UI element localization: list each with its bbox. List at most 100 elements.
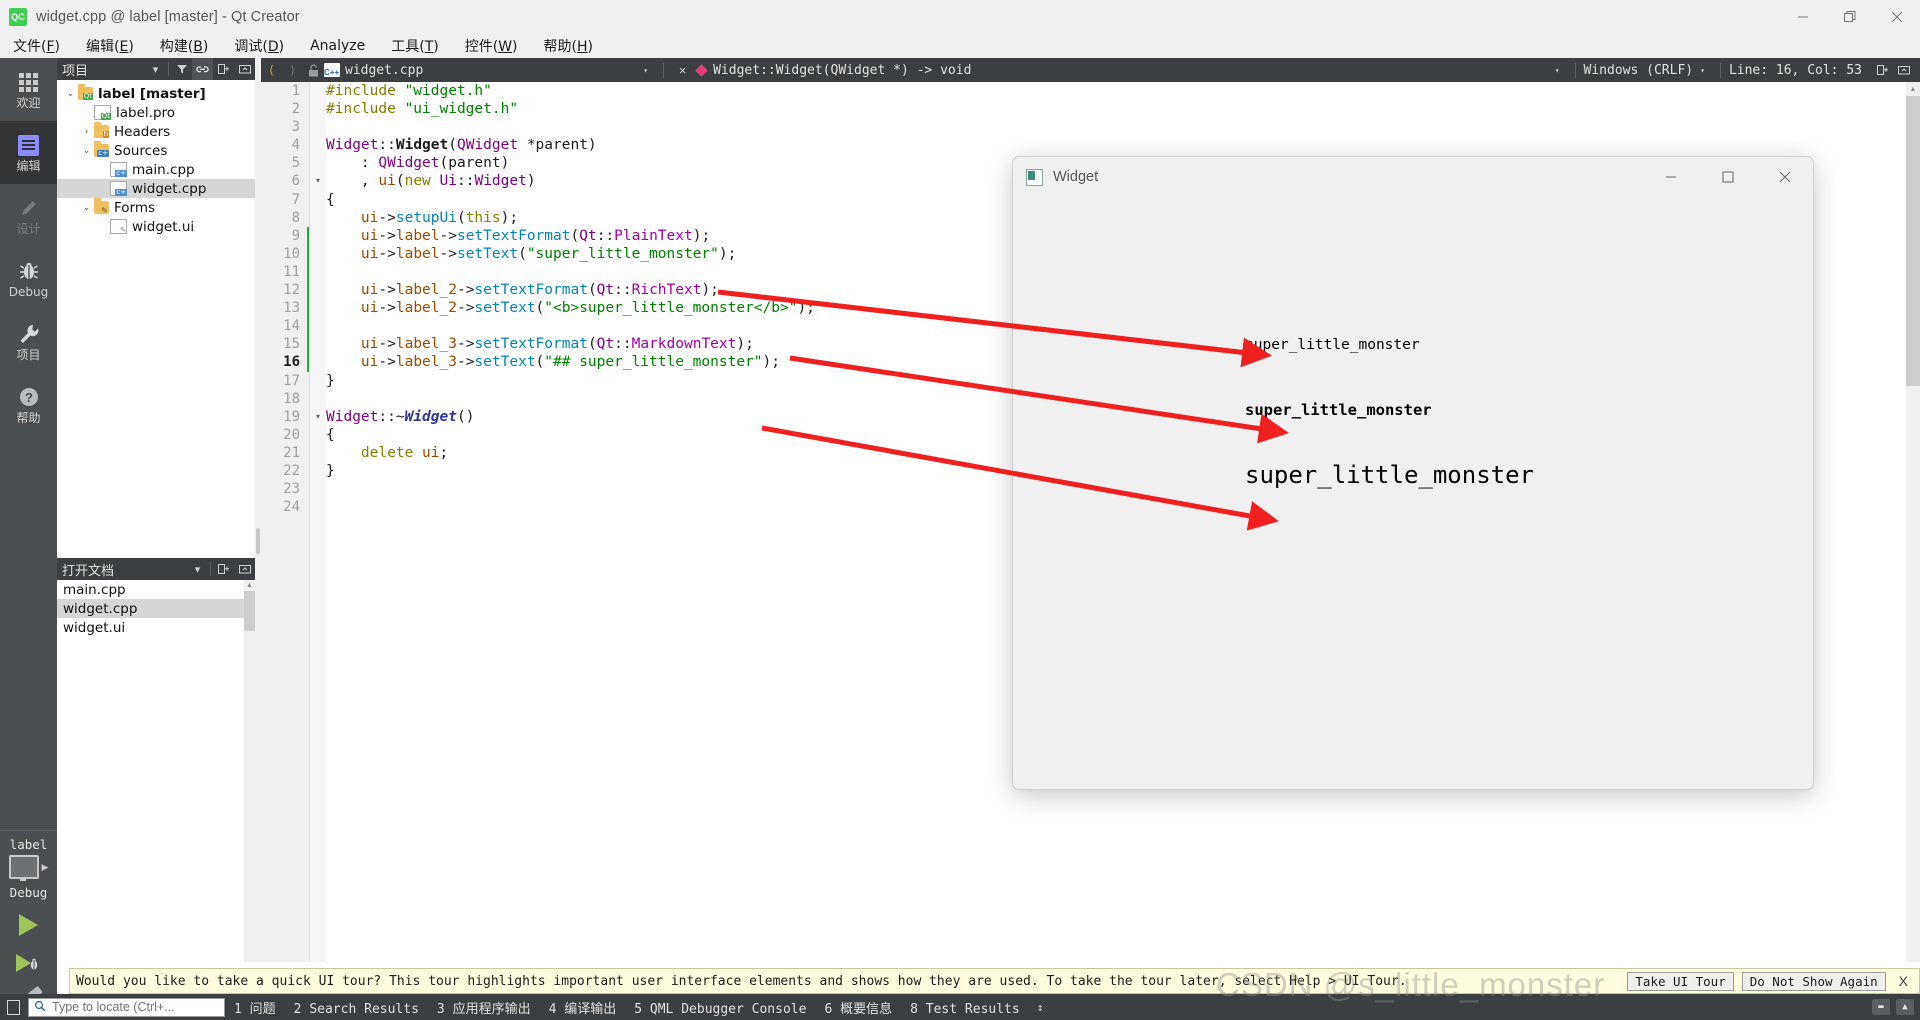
mode-welcome[interactable]: 欢迎	[0, 58, 57, 121]
menu-d[interactable]: 调试(D)	[223, 34, 295, 58]
tree-item[interactable]: Qt label.pro	[57, 103, 255, 122]
close-panel-icon[interactable]	[234, 58, 255, 80]
tree-item[interactable]: ✎ widget.ui	[57, 217, 255, 236]
line-ending-chevron-down-icon[interactable]: ▾	[1700, 66, 1705, 75]
code-token: (	[570, 227, 580, 244]
open-document-item[interactable]: main.cpp	[57, 580, 255, 599]
close-panel-icon[interactable]	[234, 558, 255, 580]
restore-button[interactable]	[1826, 0, 1873, 33]
tree-item[interactable]: ⌄ ✎ Forms	[57, 198, 255, 217]
code-line[interactable]: #include "ui_widget.h"	[326, 100, 1906, 118]
menu-f[interactable]: 文件(F)	[2, 34, 71, 58]
tree-item[interactable]: ⌄ Qt label [master]	[57, 84, 255, 103]
splitter-grip[interactable]	[256, 528, 260, 554]
chevron-down-icon[interactable]: ▾	[643, 66, 648, 75]
take-ui-tour-button[interactable]: Take UI Tour	[1627, 971, 1734, 991]
close-file-button[interactable]: ✕	[672, 58, 693, 82]
do-not-show-again-button[interactable]: Do Not Show Again	[1741, 971, 1886, 991]
tree-twisty-icon[interactable]: ⌄	[79, 146, 94, 156]
mode-projects[interactable]: 项目	[0, 310, 57, 373]
tree-item[interactable]: c+ widget.cpp	[57, 179, 255, 198]
code-token: ->	[378, 282, 396, 299]
chevron-right-icon: ▶	[41, 861, 49, 872]
scroll-up-icon[interactable]: ▲	[1906, 82, 1920, 96]
mode-design[interactable]: 设计	[0, 184, 57, 247]
output-pane-button[interactable]: 2 Search Results	[285, 1002, 428, 1017]
kit-selector[interactable]: ▶	[8, 855, 49, 881]
minimize-pane-icon[interactable]: ▬	[1872, 999, 1890, 1015]
output-pane-button[interactable]: 6 概要信息	[815, 1002, 901, 1017]
open-documents-scrollbar[interactable]: ▲	[244, 580, 255, 962]
scrollbar-thumb[interactable]	[244, 591, 255, 631]
open-documents-list: main.cpp widget.cpp widget.ui	[57, 580, 255, 637]
menu-t[interactable]: 工具(T)	[380, 34, 450, 58]
menu-w[interactable]: 控件(W)	[454, 34, 529, 58]
split-editor-icon[interactable]	[1872, 58, 1893, 82]
code-line[interactable]: Widget::Widget(QWidget *parent)	[326, 136, 1906, 154]
tree-twisty-icon[interactable]: ⌄	[79, 203, 94, 213]
debug-button[interactable]	[0, 944, 57, 982]
unlock-icon[interactable]	[303, 58, 324, 82]
code-line[interactable]: #include "widget.h"	[326, 82, 1906, 100]
fold-column[interactable]: ▾ ▾	[310, 82, 326, 962]
output-pane-updown-icon[interactable]: ↕	[1029, 1001, 1052, 1014]
mode-edit[interactable]: 编辑	[0, 121, 57, 184]
filter-icon[interactable]	[171, 58, 192, 80]
close-button[interactable]	[1873, 0, 1920, 33]
widget-maximize-button[interactable]	[1699, 157, 1756, 197]
tree-twisty-icon[interactable]: ›	[79, 127, 94, 137]
output-pane-button[interactable]: 1 问题	[225, 1002, 285, 1017]
sidebar-toggle-icon[interactable]	[0, 994, 26, 1020]
output-pane-button[interactable]: 3 应用程序输出	[428, 1002, 540, 1017]
close-tour-bar-button[interactable]: X	[1894, 973, 1913, 989]
widget-close-button[interactable]	[1756, 157, 1813, 197]
output-pane-button[interactable]: 5 QML Debugger Console	[625, 1002, 815, 1017]
current-symbol[interactable]: Widget::Widget(QWidget *) -> void	[713, 63, 971, 78]
split-icon[interactable]	[213, 58, 234, 80]
widget-window-titlebar: Widget	[1013, 157, 1813, 197]
scroll-up-icon[interactable]: ▲	[244, 580, 255, 591]
run-button[interactable]	[0, 906, 57, 944]
qt-widget-icon	[1026, 168, 1043, 186]
current-file-combo[interactable]: C++ widget.cpp	[324, 58, 423, 82]
widget-app-window[interactable]: Widget super_little_monster super_little…	[1012, 156, 1814, 790]
file-cpp-icon: c+	[110, 162, 127, 177]
menu-e[interactable]: 编辑(E)	[75, 34, 145, 58]
scrollbar-thumb[interactable]	[1906, 96, 1920, 386]
output-pane-button[interactable]: 8 Test Results	[901, 1002, 1029, 1017]
tree-item[interactable]: ⌄ c+ Sources	[57, 141, 255, 160]
split-icon[interactable]	[213, 558, 234, 580]
output-pane-number: 6	[824, 1001, 841, 1017]
menu-b[interactable]: 构建(B)	[149, 34, 220, 58]
line-ending-selector[interactable]: Windows (CRLF)	[1584, 63, 1694, 78]
tree-twisty-icon[interactable]: ⌄	[63, 89, 78, 99]
menu-analyze[interactable]: Analyze	[299, 36, 376, 56]
maximize-pane-icon[interactable]: ▲	[1896, 999, 1914, 1015]
locator[interactable]	[28, 997, 225, 1017]
forward-arrow-icon[interactable]: ⟩	[282, 58, 303, 82]
fold-toggle-icon[interactable]: ▾	[310, 172, 326, 190]
minimize-button[interactable]	[1779, 0, 1826, 33]
open-document-item[interactable]: widget.cpp	[57, 599, 255, 618]
editor-scrollbar[interactable]: ▲	[1906, 82, 1920, 962]
code-token: label	[395, 245, 440, 262]
locator-input[interactable]	[50, 999, 214, 1015]
open-documents-dropdown-icon[interactable]: ▾	[187, 558, 208, 580]
tree-item[interactable]: › h Headers	[57, 122, 255, 141]
menu-h[interactable]: 帮助(H)	[533, 34, 604, 58]
symbol-chevron-down-icon[interactable]: ▾	[1555, 66, 1560, 75]
code-line[interactable]	[326, 118, 1906, 136]
mode-debug[interactable]: Debug	[0, 247, 57, 310]
close-editor-icon[interactable]	[1893, 58, 1914, 82]
code-token: Widget	[404, 408, 457, 425]
mode-help[interactable]: ? 帮助	[0, 373, 57, 436]
fold-toggle-icon[interactable]: ▾	[310, 408, 326, 426]
output-pane-button[interactable]: 4 编译输出	[540, 1002, 626, 1017]
widget-minimize-button[interactable]	[1642, 157, 1699, 197]
open-document-item[interactable]: widget.ui	[57, 618, 255, 637]
link-icon[interactable]	[192, 58, 213, 80]
tree-item[interactable]: c+ main.cpp	[57, 160, 255, 179]
projects-dropdown-icon[interactable]: ▾	[145, 58, 166, 80]
back-arrow-icon[interactable]: ⟨	[261, 58, 282, 82]
